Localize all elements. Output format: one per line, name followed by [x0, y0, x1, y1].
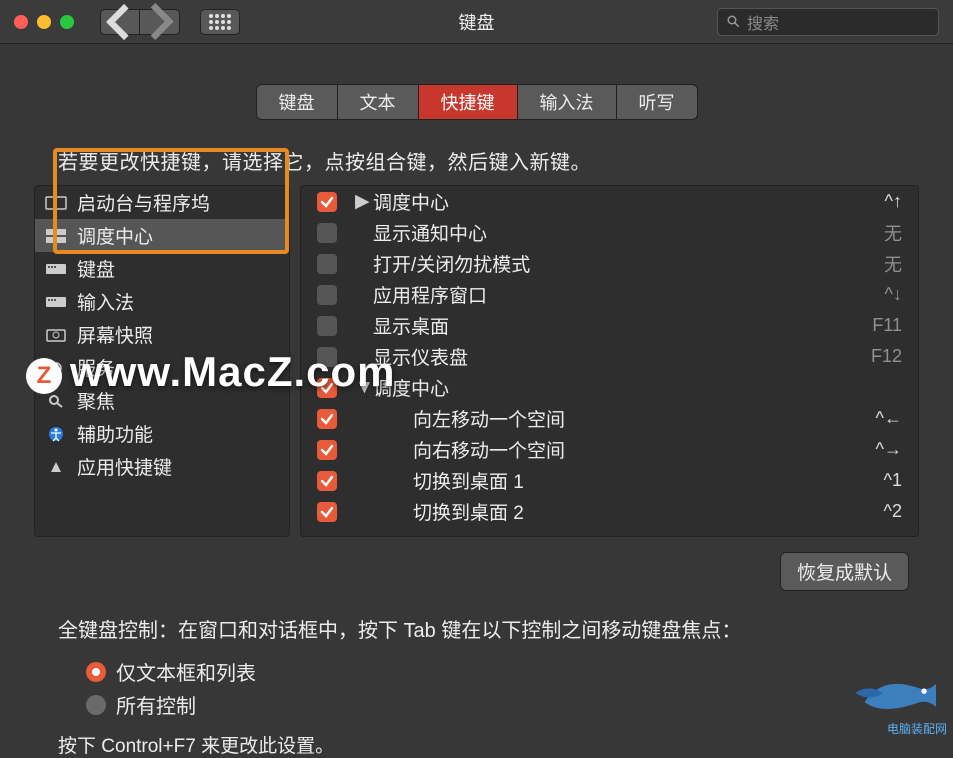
tab-strip: 键盘文本快捷键输入法听写 [256, 84, 698, 120]
tab-2[interactable]: 快捷键 [419, 85, 518, 119]
checkbox[interactable] [317, 285, 337, 305]
sidebar-item-2[interactable]: 键盘 [35, 252, 289, 285]
shortcut-label: 显示仪表盘 [373, 343, 871, 370]
shortcut-key: F11 [872, 315, 902, 336]
search-placeholder: 搜索 [747, 10, 779, 34]
watermark-z-icon: Z [26, 358, 62, 394]
shortcut-key: 无 [884, 220, 902, 246]
screenshot-icon [45, 327, 67, 343]
radio-on-icon [86, 662, 106, 682]
shortcut-row-1[interactable]: 显示通知中心无 [301, 217, 918, 248]
shortcut-label: 切换到桌面 2 [373, 498, 884, 525]
radio-text-lists[interactable]: 仅文本框和列表 [86, 657, 903, 686]
sidebar-item-label: 启动台与程序坞 [77, 189, 210, 216]
keyboard-icon [45, 294, 67, 310]
sidebar-item-0[interactable]: 启动台与程序坞 [35, 186, 289, 219]
shortcut-label: 调度中心 [373, 374, 902, 401]
sidebar-item-4[interactable]: 屏幕快照 [35, 318, 289, 351]
checkbox[interactable] [317, 316, 337, 336]
shortcut-label: 向右移动一个空间 [373, 436, 876, 463]
shortcut-row-10[interactable]: 切换到桌面 2^2 [301, 496, 918, 527]
sidebar-item-7[interactable]: 辅助功能 [35, 417, 289, 450]
sidebar-item-8[interactable]: 应用快捷键 [35, 450, 289, 483]
shortcut-label: 向左移动一个空间 [373, 405, 876, 432]
titlebar: 键盘 搜索 [0, 0, 953, 44]
window-title: 键盘 [459, 9, 495, 35]
nav-buttons [100, 9, 180, 35]
traffic-lights [14, 15, 74, 29]
sidebar-item-1[interactable]: 调度中心 [35, 219, 289, 252]
checkbox[interactable] [317, 440, 337, 460]
shortcut-row-0[interactable]: ▶调度中心^↑ [301, 186, 918, 217]
sidebar-item-3[interactable]: 输入法 [35, 285, 289, 318]
shortcut-label: 打开/关闭勿扰模式 [373, 250, 884, 277]
shortcut-row-7[interactable]: 向左移动一个空间^← [301, 403, 918, 434]
shortcut-key: ^← [876, 408, 902, 429]
app-icon [45, 459, 67, 475]
tab-0[interactable]: 键盘 [257, 85, 338, 119]
watermark-text: www.MacZ.com [70, 348, 396, 396]
tab-3[interactable]: 输入法 [518, 85, 617, 119]
keyboard-icon [45, 261, 67, 277]
shortcut-key: ^↓ [885, 284, 902, 305]
show-all-button[interactable] [200, 9, 240, 35]
disclosure-icon[interactable]: ▶ [355, 190, 369, 213]
shortcut-key: ^1 [884, 470, 902, 491]
checkbox[interactable] [317, 471, 337, 491]
footer: 全键盘控制：在窗口和对话框中，按下 Tab 键在以下控制之间移动键盘焦点： 仅文… [58, 614, 903, 758]
checkbox[interactable] [317, 409, 337, 429]
shortcut-key: 无 [884, 251, 902, 277]
sidebar-item-label: 屏幕快照 [77, 321, 153, 348]
checkbox[interactable] [317, 502, 337, 522]
shortcut-label: 显示桌面 [373, 312, 872, 339]
shortcut-key: ^↑ [885, 191, 902, 212]
search-icon [726, 14, 741, 29]
shortcut-label: 切换到桌面 1 [373, 467, 884, 494]
checkbox[interactable] [317, 254, 337, 274]
accessibility-icon [45, 426, 67, 442]
search-input[interactable]: 搜索 [717, 8, 939, 36]
shortcut-row-3[interactable]: 应用程序窗口^↓ [301, 279, 918, 310]
tab-1[interactable]: 文本 [338, 85, 419, 119]
back-button[interactable] [100, 9, 140, 35]
shortcut-key: F12 [871, 346, 902, 367]
shortcut-row-2[interactable]: 打开/关闭勿扰模式无 [301, 248, 918, 279]
radio-label: 所有控制 [116, 690, 196, 719]
shortcut-label: 调度中心 [373, 188, 885, 215]
launchpad-icon [45, 195, 67, 211]
zoom-icon[interactable] [60, 15, 74, 29]
shortcut-row-8[interactable]: 向右移动一个空间^→ [301, 434, 918, 465]
footer-text: 全键盘控制：在窗口和对话框中，按下 Tab 键在以下控制之间移动键盘焦点： [58, 614, 903, 643]
shortcut-label: 显示通知中心 [373, 219, 884, 246]
checkbox[interactable] [317, 223, 337, 243]
shortcut-key: ^→ [876, 439, 902, 460]
sidebar-item-label: 辅助功能 [77, 420, 153, 447]
spotlight-icon [45, 393, 67, 409]
sidebar-item-label: 调度中心 [77, 222, 153, 249]
radio-label: 仅文本框和列表 [116, 657, 256, 686]
watermark-fish: 电脑装配网 [837, 663, 947, 733]
sidebar-item-label: 输入法 [77, 288, 134, 315]
shortcut-row-9[interactable]: 切换到桌面 1^1 [301, 465, 918, 496]
minimize-icon[interactable] [37, 15, 51, 29]
sidebar-item-label: 应用快捷键 [77, 453, 172, 480]
mission-icon [45, 228, 67, 244]
sidebar-item-label: 键盘 [77, 255, 115, 282]
radio-off-icon [86, 695, 106, 715]
radio-all-controls[interactable]: 所有控制 [86, 690, 903, 719]
shortcut-label: 应用程序窗口 [373, 281, 885, 308]
checkbox[interactable] [317, 192, 337, 212]
footer-hint: 按下 Control+F7 来更改此设置。 [58, 731, 903, 758]
shortcut-key: ^2 [884, 501, 902, 522]
restore-defaults-button[interactable]: 恢复成默认 [780, 552, 909, 591]
forward-button[interactable] [140, 9, 180, 35]
tab-4[interactable]: 听写 [617, 85, 697, 119]
grid-icon [209, 14, 231, 30]
shortcut-row-4[interactable]: 显示桌面F11 [301, 310, 918, 341]
instruction-text: 若要更改快捷键，请选择它，点按组合键，然后键入新键。 [58, 146, 953, 175]
close-icon[interactable] [14, 15, 28, 29]
